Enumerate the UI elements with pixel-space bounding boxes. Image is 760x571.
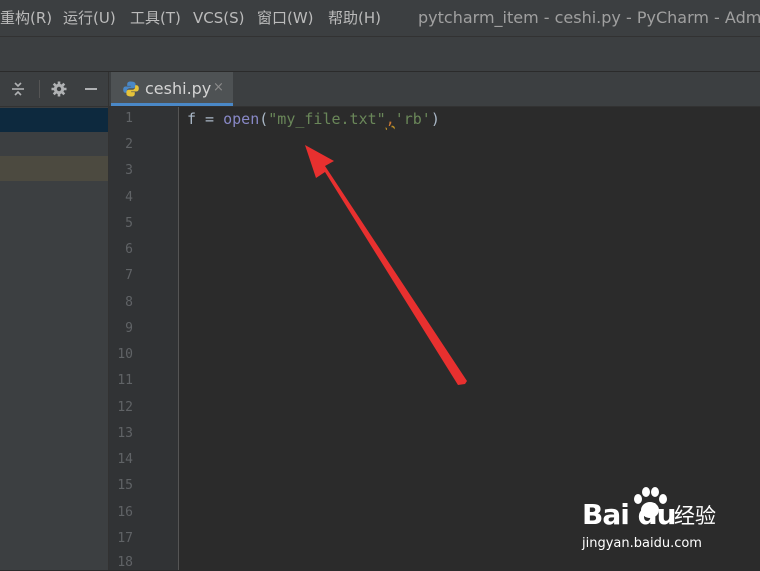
- annotation-arrow: [305, 145, 467, 385]
- watermark-url: jingyan.baidu.com: [582, 536, 702, 551]
- baidu-watermark: Bai du 经验 jingyan.baidu.com: [582, 486, 752, 558]
- jingyan-text: 经验: [674, 504, 716, 528]
- baidu-brand-text: Bai du: [582, 498, 677, 531]
